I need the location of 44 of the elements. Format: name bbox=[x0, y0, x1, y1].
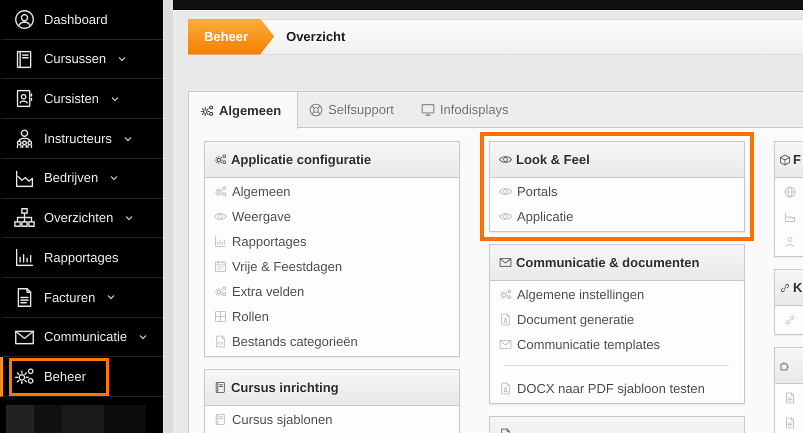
sidebar-label: Beheer bbox=[44, 368, 86, 386]
sidebar-item[interactable]: Bedrijven bbox=[0, 158, 163, 199]
settings-link[interactable]: DOCX naar PDF sjabloon testen bbox=[499, 376, 735, 401]
tab[interactable]: Infodisplays bbox=[410, 92, 525, 128]
sidebar-label: Overzichten bbox=[44, 209, 114, 228]
settings-link[interactable]: Weergave bbox=[214, 204, 450, 229]
settings-link[interactable]: Rapportages bbox=[214, 229, 450, 254]
settings-link[interactable]: Extra velden bbox=[214, 279, 450, 304]
tab[interactable]: Selfsupport bbox=[298, 92, 410, 128]
panel-title: F bbox=[793, 150, 801, 169]
panel-title: K bbox=[793, 278, 802, 297]
sidebar-label: Cursisten bbox=[44, 90, 99, 108]
sidebar-item[interactable]: Beheer bbox=[0, 357, 163, 398]
tab[interactable]: Algemeen bbox=[189, 92, 298, 129]
settings-link[interactable]: Document generatie bbox=[499, 307, 735, 332]
settings-link[interactable]: Vrije & Feestdagen bbox=[214, 254, 450, 279]
panel-title: Cursus inrichting bbox=[231, 378, 339, 397]
sidebar-item[interactable]: Rapportages bbox=[0, 238, 163, 278]
sidebar-item[interactable]: Dashboard bbox=[0, 0, 163, 40]
sidebar-label: Cursussen bbox=[44, 50, 106, 68]
settings-link[interactable]: Rollen bbox=[214, 304, 450, 329]
panel-title: Communicatie & documenten bbox=[516, 254, 700, 272]
settings-link[interactable]: Communicatie templates bbox=[499, 332, 735, 357]
settings-link[interactable]: Bestands categorieën bbox=[214, 329, 450, 354]
panel-title: Applicatie configuratie bbox=[231, 150, 372, 169]
sidebar-label: Dashboard bbox=[44, 10, 108, 29]
settings-link[interactable]: Algemeen bbox=[214, 179, 450, 204]
sidebar-item[interactable]: Communicatie bbox=[0, 318, 163, 358]
sidebar-item[interactable]: Cursussen bbox=[0, 40, 163, 80]
sidebar-label: Bedrijven bbox=[44, 169, 98, 188]
sidebar-label: Communicatie bbox=[44, 328, 128, 346]
sidebar-item[interactable]: Overzichten bbox=[0, 198, 163, 238]
sidebar-item[interactable]: Facturen bbox=[0, 278, 163, 318]
breadcrumb-current: Overzicht bbox=[286, 28, 346, 46]
sidebar-label: Rapportages bbox=[44, 248, 118, 267]
settings-link[interactable]: Cursus sjablonen bbox=[214, 407, 450, 432]
sidebar-label: Facturen bbox=[44, 288, 96, 307]
settings-link[interactable]: Portals bbox=[499, 179, 735, 204]
settings-link[interactable]: Applicatie bbox=[499, 204, 735, 229]
settings-link[interactable]: Algemene instellingen bbox=[499, 282, 735, 307]
sidebar-label: Instructeurs bbox=[44, 130, 112, 148]
sidebar-item[interactable]: Instructeurs bbox=[0, 119, 163, 159]
sidebar-item[interactable]: Cursisten bbox=[0, 79, 163, 120]
panel-title: Look & Feel bbox=[516, 150, 590, 169]
